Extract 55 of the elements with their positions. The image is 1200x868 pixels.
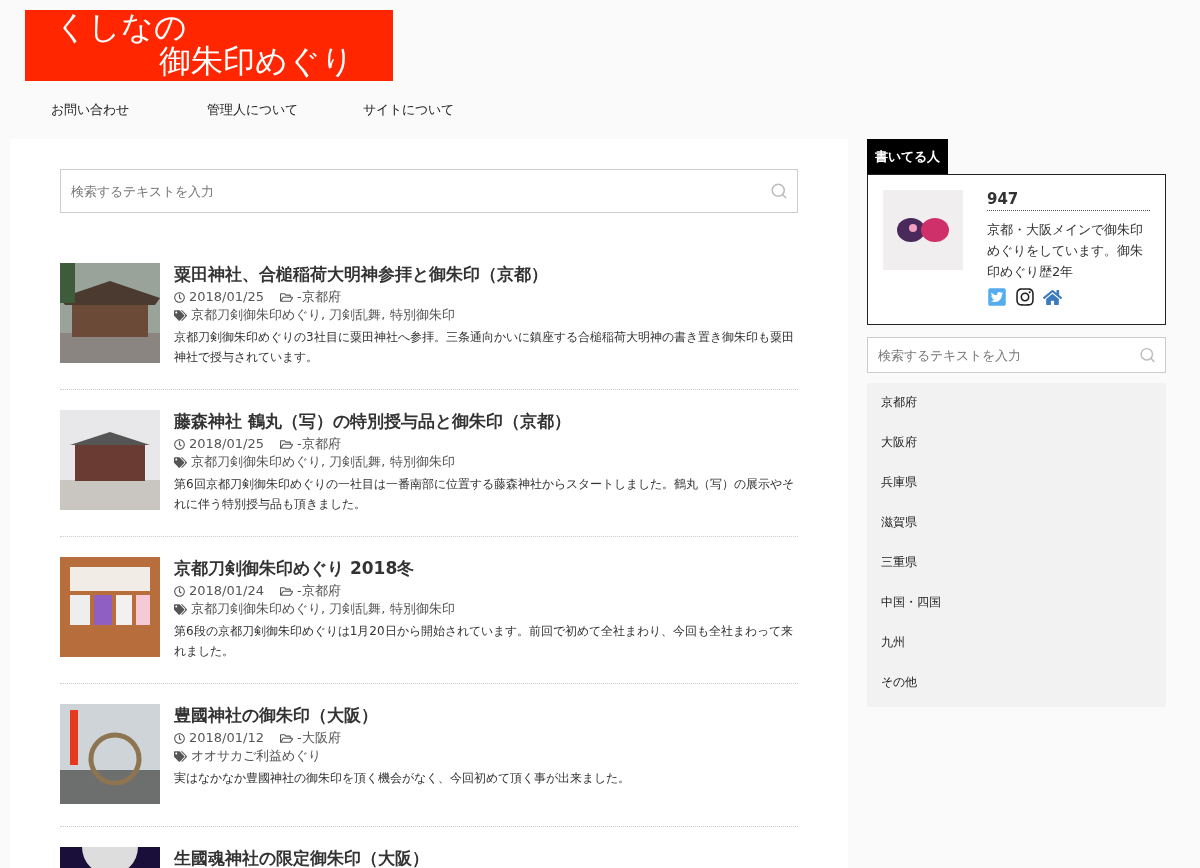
post-tags[interactable]: 京都刀剣御朱印めぐり, 刀剣乱舞, 特別御朱印 xyxy=(191,600,455,618)
category-link[interactable]: 九州 xyxy=(867,623,1166,663)
post-category[interactable]: -大阪府 xyxy=(296,729,341,747)
post-category[interactable]: -京都府 xyxy=(296,435,341,453)
clock-icon xyxy=(174,291,185,303)
home-icon[interactable] xyxy=(1043,287,1062,307)
site-logo[interactable]: くしなの 御朱印めぐり xyxy=(25,10,393,81)
search-icon[interactable] xyxy=(770,182,788,200)
post-date: 2018/01/25 xyxy=(189,435,264,453)
clock-icon xyxy=(174,438,185,450)
post-excerpt: 京都刀剣御朱印めぐりの3社目に粟田神社へ参拝。三条通向かいに鎮座する合槌稲荷大明神の書き置き御朱印も粟田神社で授与されています。 xyxy=(174,329,795,366)
author-name: 947 xyxy=(987,190,1150,211)
clock-icon xyxy=(174,585,185,597)
post-tags[interactable]: オオサカご利益めぐり xyxy=(191,747,321,765)
post-excerpt: 第6回京都刀剣御朱印めぐりの一社目は一番南部に位置する藤森神社からスタートしました。鶴丸（写）の展示やそれに伴う特別授与品も頂きました。 xyxy=(174,476,795,513)
category-link[interactable]: 京都府 xyxy=(867,383,1166,423)
folder-icon xyxy=(279,584,293,598)
tags-icon xyxy=(174,749,187,763)
post-tags[interactable]: 京都刀剣御朱印めぐり, 刀剣乱舞, 特別御朱印 xyxy=(191,306,455,324)
category-link[interactable]: 兵庫県 xyxy=(867,463,1166,503)
post-category[interactable]: -京都府 xyxy=(296,582,341,600)
post-date: 2018/01/24 xyxy=(189,582,264,600)
nav-link[interactable]: サイトについて xyxy=(337,101,493,119)
folder-icon xyxy=(279,290,293,304)
category-link[interactable]: 大阪府 xyxy=(867,423,1166,463)
post-date: 2018/01/25 xyxy=(189,288,264,306)
category-link[interactable]: 中国・四国 xyxy=(867,583,1166,623)
category-link[interactable]: 滋賀県 xyxy=(867,503,1166,543)
nav-link[interactable]: 管理人について xyxy=(181,101,337,119)
post-tags[interactable]: 京都刀剣御朱印めぐり, 刀剣乱舞, 特別御朱印 xyxy=(191,453,455,471)
folder-icon xyxy=(279,731,293,745)
tags-icon xyxy=(174,602,187,616)
post-title[interactable]: 藤森神社 鶴丸（写）の特別授与品と御朱印（京都） xyxy=(174,410,798,432)
widget-title: 書いてる人 xyxy=(867,139,948,174)
post-title[interactable]: 豊國神社の御朱印（大阪） xyxy=(174,704,798,726)
post-date: 2018/01/12 xyxy=(189,729,264,747)
post-title[interactable]: 京都刀剣御朱印めぐり 2018冬 xyxy=(174,557,798,579)
instagram-icon[interactable] xyxy=(1015,287,1035,307)
tags-icon xyxy=(174,308,187,322)
post-title[interactable]: 粟田神社、合槌稲荷大明神参拝と御朱印（京都） xyxy=(174,263,798,285)
search-icon[interactable] xyxy=(1139,346,1156,364)
clock-icon xyxy=(174,732,185,744)
post-title[interactable]: 生國魂神社の限定御朱印（大阪） xyxy=(174,847,798,868)
category-link[interactable]: その他 xyxy=(867,663,1166,703)
tags-icon xyxy=(174,455,187,469)
nav-link[interactable]: お問い合わせ xyxy=(25,101,181,119)
category-link[interactable]: 三重県 xyxy=(867,543,1166,583)
author-bio: 京都・大阪メインで御朱印めぐりをしています。御朱印めぐり歴2年 xyxy=(987,221,1144,281)
post-category[interactable]: -京都府 xyxy=(296,288,341,306)
search-field[interactable]: 検索するテキストを入力 xyxy=(60,169,798,213)
post-excerpt: 実はなかなか豊國神社の御朱印を頂く機会がなく、今回初めて頂く事が出来ました。 xyxy=(174,770,631,787)
search-field[interactable]: 検索するテキストを入力 xyxy=(867,337,1166,373)
folder-icon xyxy=(279,437,293,451)
post-excerpt: 第6段の京都刀剣御朱印めぐりは1月20日から開始されています。前回で初めて全社まわり、今回も全社まわって来れました。 xyxy=(174,623,794,660)
twitter-icon[interactable] xyxy=(987,287,1007,307)
